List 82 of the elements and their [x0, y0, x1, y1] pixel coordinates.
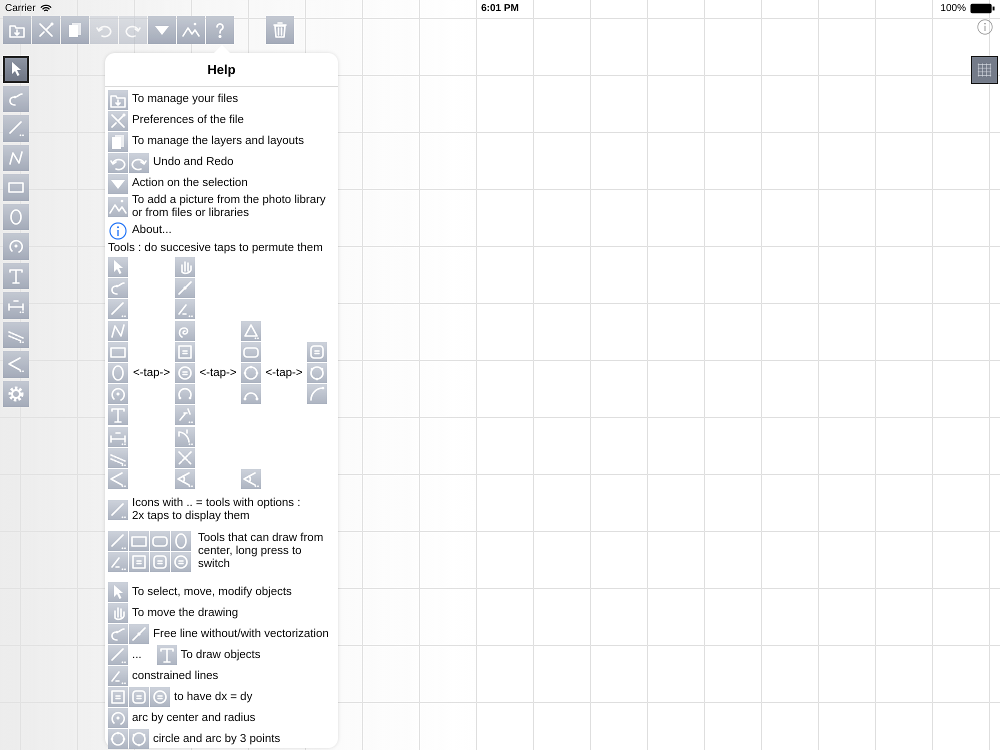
tool-button[interactable]: [3, 56, 29, 82]
arc-icon: [108, 708, 128, 728]
rectangle-icon: [108, 342, 128, 362]
help-text: To move the drawing: [132, 606, 238, 620]
angle-icon: [175, 468, 195, 489]
rectangle-icon: [129, 530, 149, 551]
crossing-lines-icon: [175, 448, 195, 468]
popover-title: Help: [105, 53, 338, 87]
square-icon: [175, 342, 195, 362]
arc-icon: [108, 384, 128, 404]
angle-icon: [6, 354, 26, 374]
help-text: Free line without/with vectorization: [153, 628, 329, 641]
help-text: To manage the layers and layouts: [132, 135, 304, 148]
help-text: Tools that can draw from center, long press to switch: [198, 532, 324, 571]
help-heading: Tools : do succesive taps to permute them: [108, 241, 324, 256]
parallel-lines-icon: [108, 448, 128, 468]
curve-icon: [108, 624, 128, 644]
battery-percent: 100%: [940, 2, 966, 14]
rounded-rectangle-icon: [241, 342, 261, 362]
help-text: To select, move, modify objects: [132, 586, 292, 599]
square-icon: [129, 552, 149, 572]
help-text: Preferences of the file: [132, 114, 244, 127]
help-text: ...: [132, 648, 142, 662]
line-icon: [6, 118, 26, 138]
hand-icon: [175, 257, 195, 277]
battery-icon: [970, 2, 995, 14]
pointer-icon: [108, 257, 128, 277]
angle-icon: [108, 468, 128, 489]
help-text: About...: [132, 224, 172, 237]
toolbar-button[interactable]: [206, 16, 234, 44]
tap-label: <-tap->: [265, 366, 303, 379]
triangle-down-icon: [108, 174, 128, 194]
toolbar-button[interactable]: [177, 16, 205, 44]
redo-icon: [129, 152, 149, 172]
rounded-square-icon: [129, 687, 149, 708]
rounded-square-icon: [307, 342, 327, 362]
toolbar-button[interactable]: [148, 16, 176, 44]
rounded-rectangle-icon: [150, 530, 170, 551]
help-text: Undo and Redo: [153, 156, 234, 169]
polyline-icon: [108, 320, 128, 341]
angle-dimension-icon: [175, 426, 195, 446]
help-text: circle and arc by 3 points: [153, 732, 280, 746]
toolbar-button[interactable]: [32, 16, 60, 44]
folder-icon: [108, 90, 128, 110]
rounded-square-icon: [150, 552, 170, 572]
wifi-icon: [40, 4, 52, 12]
help-text: constrained lines: [132, 670, 218, 683]
toolbar-button[interactable]: [61, 16, 89, 44]
arc-icon: [241, 384, 261, 404]
label-icon: [175, 405, 195, 426]
dimension-icon: [108, 426, 128, 446]
tap-label: <-tap->: [132, 366, 170, 379]
toolbar-button[interactable]: [3, 16, 31, 44]
undo-icon: [108, 152, 128, 172]
help-text: Action on the selection: [132, 177, 248, 190]
help-text: to have dx = dy: [174, 690, 252, 704]
help-text: To add a picture from the photo library or from files or libraries: [132, 194, 326, 220]
help-text: To draw objects: [180, 648, 260, 662]
tap-label: <-tap->: [199, 366, 237, 379]
square-icon: [108, 687, 128, 708]
toolbar-button[interactable]: [266, 16, 294, 44]
clock-time: 6:01 PM: [481, 2, 519, 14]
pages-icon: [108, 132, 128, 152]
hand-icon: [108, 603, 128, 624]
wrench-screwdriver-icon: [108, 110, 128, 130]
mountain-picture-icon: [181, 20, 201, 40]
angle-icon: [241, 468, 261, 489]
help-text: To manage your files: [132, 93, 238, 106]
info-icon: [108, 220, 128, 240]
curve-icon: [108, 278, 128, 298]
pointer-icon: [108, 582, 128, 602]
help-text: arc by center and radius: [132, 712, 256, 725]
mountain-picture-icon: [108, 197, 128, 217]
help-text: Icons with .. = tools with options : 2x taps to display them: [132, 496, 300, 523]
carrier-label: Carrier: [5, 2, 36, 14]
text-icon: [156, 645, 177, 666]
spiral-icon: [175, 320, 195, 341]
settings-icon: [6, 384, 26, 404]
info-icon[interactable]: [977, 19, 993, 35]
grid-toggle-button[interactable]: [971, 56, 998, 84]
arc-icon: [307, 384, 327, 404]
text-icon: [108, 405, 128, 426]
